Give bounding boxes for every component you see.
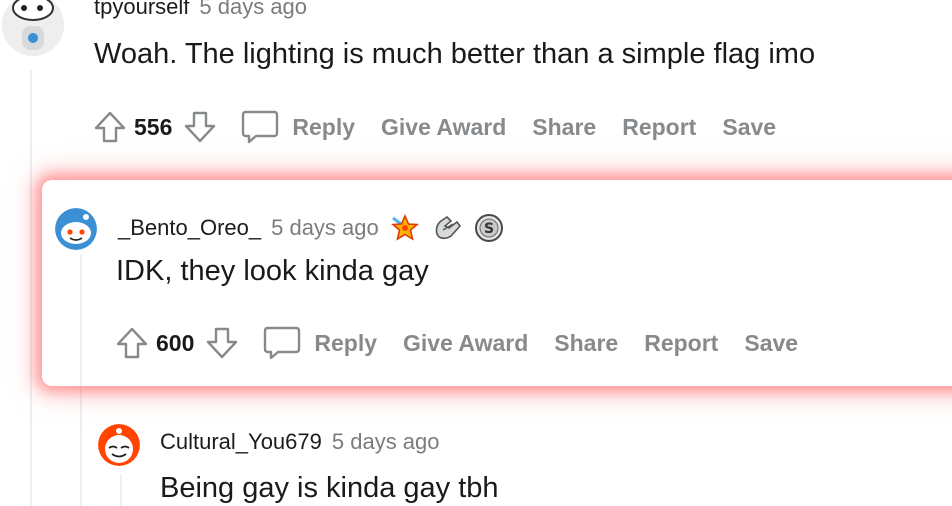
downvote-icon[interactable] (202, 323, 242, 363)
username[interactable]: tpyourself (94, 0, 189, 20)
svg-text:S: S (484, 221, 494, 237)
thread-line-1[interactable] (30, 70, 32, 506)
report-button[interactable]: Report (622, 114, 696, 141)
downvote-icon[interactable] (180, 107, 220, 147)
share-button[interactable]: Share (532, 114, 596, 141)
starstruck-award-icon[interactable] (389, 212, 421, 244)
avatar[interactable] (55, 208, 97, 250)
share-button[interactable]: Share (554, 330, 618, 357)
reply-label: Reply (292, 113, 356, 140)
vote-score: 600 (156, 329, 195, 356)
timestamp[interactable]: 5 days ago (199, 0, 307, 20)
comment-body: IDK, they look kinda gay (116, 255, 429, 287)
silver-coin-award-icon[interactable]: S (473, 212, 505, 244)
avatar[interactable] (2, 0, 64, 56)
reply-label: Reply (314, 329, 378, 356)
speech-bubble-icon (262, 323, 302, 363)
timestamp[interactable]: 5 days ago (332, 429, 440, 455)
reply-button[interactable]: Reply (262, 323, 403, 363)
username[interactable]: Cultural_You679 (160, 429, 322, 455)
report-button[interactable]: Report (644, 330, 718, 357)
upvote-icon[interactable] (112, 323, 152, 363)
reply-button[interactable]: Reply (240, 107, 381, 147)
comment-actions: 556 Reply Give Award Share Report Save (90, 107, 802, 147)
give-award-button[interactable]: Give Award (403, 330, 528, 357)
save-button[interactable]: Save (744, 330, 798, 357)
upvote-icon[interactable] (90, 107, 130, 147)
comment-actions: 600 Reply Give Award Share Report Save (112, 323, 824, 363)
give-award-button[interactable]: Give Award (381, 114, 506, 141)
wholesome-hands-award-icon[interactable] (431, 212, 463, 244)
save-button[interactable]: Save (722, 114, 776, 141)
avatar[interactable] (98, 424, 140, 466)
speech-bubble-icon (240, 107, 280, 147)
comment-body: Woah. The lighting is much better than a… (94, 38, 816, 70)
vote-score: 556 (134, 113, 173, 140)
snoo-avatar-icon (55, 208, 97, 250)
thread-line-3[interactable] (120, 475, 122, 506)
timestamp[interactable]: 5 days ago (271, 215, 379, 241)
thread-line-inner[interactable] (80, 255, 82, 386)
username[interactable]: _Bento_Oreo_ (118, 215, 261, 241)
snoo-avatar-icon (98, 424, 140, 466)
comment-body: Being gay is kinda gay tbh (160, 472, 499, 504)
snoo-avatar-icon (2, 0, 64, 56)
